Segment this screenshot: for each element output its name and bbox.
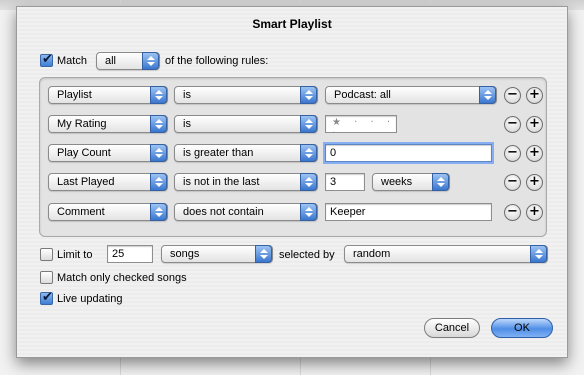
rule-operator-value: is <box>183 118 191 130</box>
plus-icon: + <box>529 174 540 189</box>
rule-field-popup[interactable]: Comment <box>48 203 168 221</box>
rating-stars-field[interactable]: ★ · · · · <box>325 115 397 139</box>
live-updating-checkbox[interactable] <box>40 290 53 305</box>
popup-arrows-icon <box>300 144 317 162</box>
popup-arrows-icon <box>142 52 159 70</box>
limit-value-text: 25 <box>112 248 125 260</box>
rule-field-value: My Rating <box>57 118 107 130</box>
rule-operator-popup[interactable]: is not in the last <box>174 173 318 191</box>
add-rule-button[interactable]: + <box>526 145 543 162</box>
add-rule-button[interactable]: + <box>526 116 543 133</box>
match-label: Match <box>57 55 87 67</box>
limit-checkbox[interactable] <box>40 248 53 261</box>
live-updating-label: Live updating <box>57 293 123 305</box>
popup-arrows-icon <box>150 203 167 221</box>
match-following-label: of the following rules: <box>165 55 269 67</box>
selected-by-value: random <box>353 248 391 260</box>
rule-value-input[interactable]: Keeper <box>325 203 492 221</box>
rule-field-popup[interactable]: Last Played <box>48 173 168 191</box>
popup-arrows-icon <box>300 173 317 191</box>
rule-value-popup[interactable]: Podcast: all <box>325 86 497 104</box>
rule-field-popup[interactable]: My Rating <box>48 115 168 133</box>
rule-operator-value: does not contain <box>183 206 264 218</box>
plus-icon: + <box>529 204 540 219</box>
rule-value-text: 0 <box>330 147 337 159</box>
rule-value-popup-value: Podcast: all <box>334 89 391 101</box>
add-rule-button[interactable]: + <box>526 87 543 104</box>
smart-playlist-sheet: Smart Playlist Match all of the followin… <box>16 6 568 358</box>
plus-icon: + <box>529 116 540 131</box>
rule-value-text: 3 <box>330 176 337 188</box>
ok-button[interactable]: OK <box>491 318 553 338</box>
remove-rule-button[interactable]: − <box>504 174 521 191</box>
match-checked-songs-checkbox[interactable] <box>40 271 53 284</box>
limit-unit-value: songs <box>170 248 200 260</box>
rules-list: Playlist is Podcast: all − + My Rating i… <box>39 77 547 237</box>
popup-arrows-icon <box>150 144 167 162</box>
rule-field-value: Play Count <box>57 147 111 159</box>
match-quantifier-value: all <box>105 55 117 67</box>
rule-unit-value: weeks <box>381 176 413 188</box>
popup-arrows-icon <box>300 86 317 104</box>
rule-field-value: Last Played <box>57 176 115 188</box>
rule-field-popup[interactable]: Play Count <box>48 144 168 162</box>
rule-operator-popup[interactable]: does not contain <box>174 203 318 221</box>
rule-operator-popup[interactable]: is <box>174 86 318 104</box>
rule-operator-value: is <box>183 89 191 101</box>
remove-rule-button[interactable]: − <box>504 145 521 162</box>
rule-operator-popup[interactable]: is <box>174 115 318 133</box>
cancel-button[interactable]: Cancel <box>424 318 480 338</box>
popup-arrows-icon <box>432 173 449 191</box>
plus-icon: + <box>529 145 540 160</box>
popup-arrows-icon <box>150 86 167 104</box>
rule-value-input[interactable]: 0 <box>325 144 492 162</box>
rule-value-text: Keeper <box>330 206 366 218</box>
star-rating-icon: ★ · · · · <box>332 117 396 139</box>
popup-arrows-icon <box>300 203 317 221</box>
rule-operator-popup[interactable]: is greater than <box>174 144 318 162</box>
rule-value-input[interactable]: 3 <box>325 173 365 191</box>
selected-by-popup[interactable]: random <box>344 245 548 263</box>
add-rule-button[interactable]: + <box>526 204 543 221</box>
rule-field-value: Playlist <box>57 89 92 101</box>
minus-icon: − <box>507 174 518 189</box>
popup-arrows-icon <box>255 245 272 263</box>
selected-by-label: selected by <box>279 249 335 261</box>
popup-arrows-icon <box>300 115 317 133</box>
minus-icon: − <box>507 116 518 131</box>
remove-rule-button[interactable]: − <box>504 116 521 133</box>
minus-icon: − <box>507 145 518 160</box>
rule-field-popup[interactable]: Playlist <box>48 86 168 104</box>
rule-field-value: Comment <box>57 206 105 218</box>
dialog-title: Smart Playlist <box>252 17 332 31</box>
popup-arrows-icon <box>530 245 547 263</box>
minus-icon: − <box>507 87 518 102</box>
add-rule-button[interactable]: + <box>526 174 543 191</box>
popup-arrows-icon <box>150 115 167 133</box>
limit-unit-popup[interactable]: songs <box>161 245 273 263</box>
rule-operator-value: is greater than <box>183 147 254 159</box>
remove-rule-button[interactable]: − <box>504 87 521 104</box>
limit-value-input[interactable]: 25 <box>107 245 153 263</box>
rule-unit-popup[interactable]: weeks <box>372 173 450 191</box>
popup-arrows-icon <box>150 173 167 191</box>
minus-icon: − <box>507 204 518 219</box>
plus-icon: + <box>529 87 540 102</box>
limit-label: Limit to <box>57 249 93 261</box>
rule-operator-value: is not in the last <box>183 176 260 188</box>
match-checked-songs-label: Match only checked songs <box>57 272 187 284</box>
match-checkbox[interactable] <box>40 52 53 67</box>
remove-rule-button[interactable]: − <box>504 204 521 221</box>
match-quantifier-popup[interactable]: all <box>96 52 160 70</box>
popup-arrows-icon <box>479 86 496 104</box>
